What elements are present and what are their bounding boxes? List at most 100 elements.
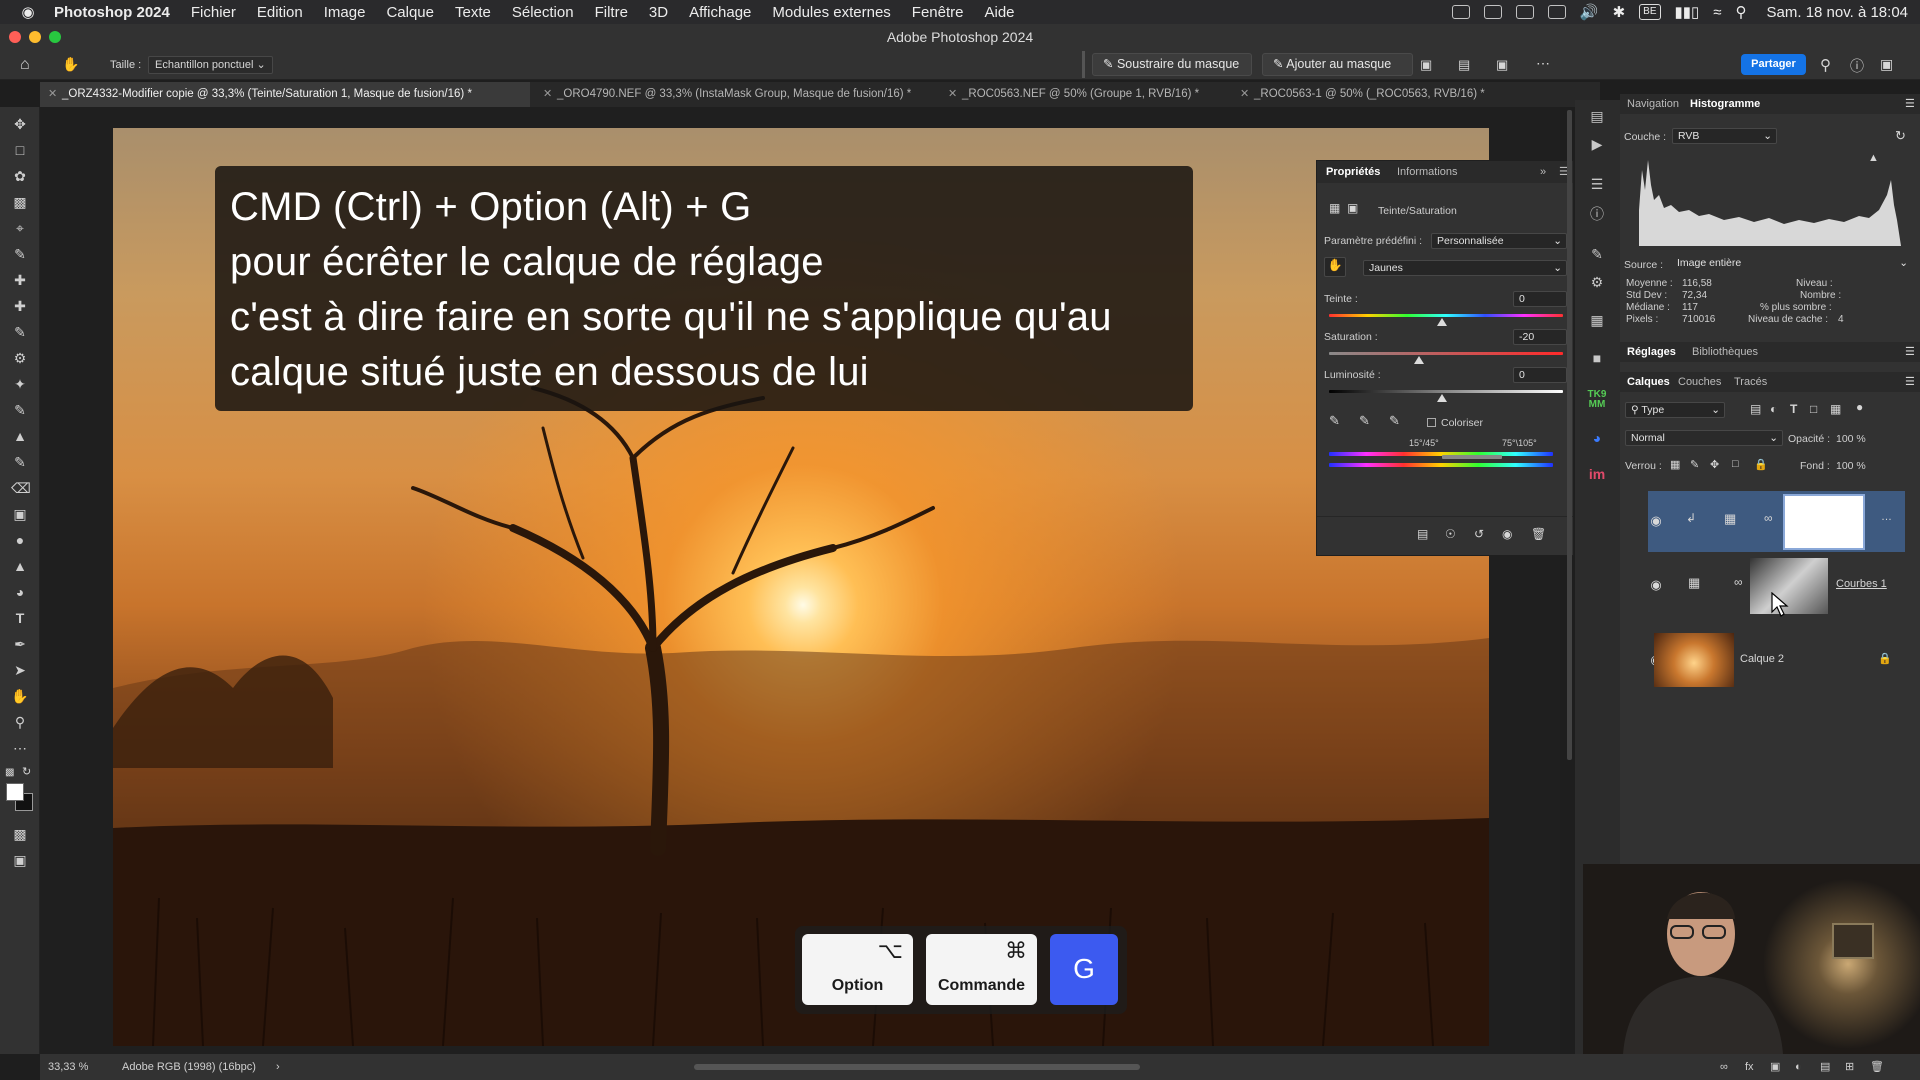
bluetooth-icon[interactable]: ✱ (1613, 3, 1626, 21)
subtract-mask-button[interactable]: ✎ Soustraire du masque (1092, 53, 1252, 76)
new-group-icon[interactable]: ▤ (1820, 1054, 1830, 1080)
foreground-color-swatch[interactable] (6, 783, 24, 801)
menu-aide[interactable]: Aide (985, 4, 1015, 21)
im-plugin-icon[interactable]: im (1587, 466, 1607, 484)
close-tab-icon[interactable]: ✕ (48, 82, 57, 107)
delete-layer-icon[interactable]: 🗑 (1870, 1054, 1884, 1080)
filter-smart-icon[interactable]: ▦ (1830, 402, 1841, 416)
brush-tool-icon[interactable]: ✎ (11, 323, 29, 341)
spot-healing-icon[interactable]: ✚ (11, 271, 29, 289)
histogram-channel-dropdown[interactable]: RVB ⌄ (1672, 128, 1777, 144)
tab-navigation[interactable]: Navigation (1627, 94, 1679, 114)
menu-3d[interactable]: 3D (649, 4, 668, 21)
link-icon[interactable]: ∞ (1764, 511, 1773, 525)
mask-option-icon[interactable]: ▣ (1496, 57, 1508, 73)
path-selection-icon[interactable]: ➤ (11, 661, 29, 679)
add-mask-icon[interactable]: ▣ (1770, 1054, 1780, 1080)
lasso-tool-icon[interactable]: ✿ (11, 167, 29, 185)
swap-colors-icon[interactable]: ↻ (22, 765, 31, 778)
menubar-app-icon[interactable] (1547, 5, 1566, 19)
menubar-app-icon[interactable] (1483, 5, 1502, 19)
filter-shape-icon[interactable]: □ (1810, 402, 1817, 416)
source-dropdown[interactable]: Image entière ⌄ (1672, 256, 1912, 272)
object-selection-tool-icon[interactable]: ▩ (11, 193, 29, 211)
history-icon[interactable]: ▤ (1587, 108, 1607, 126)
menu-image[interactable]: Image (324, 4, 366, 21)
tool-presets-icon[interactable]: ⚙ (1587, 274, 1607, 292)
sharpen-tool-icon[interactable]: ▲ (11, 557, 29, 575)
tk9-plugin-icon[interactable]: TK9 MM (1587, 390, 1607, 410)
volume-icon[interactable]: 🔊 (1580, 3, 1599, 21)
document-tab[interactable]: ✕ _ROC0563-1 @ 50% (_ROC0563, RVB/16) * (1232, 82, 1512, 107)
quick-mask-icon[interactable]: ▩ (11, 825, 29, 843)
default-colors-icon[interactable]: ▩ (5, 767, 14, 778)
new-layer-icon[interactable]: ⊞ (1845, 1054, 1854, 1080)
home-icon[interactable]: ⌂ (20, 56, 30, 74)
lightness-slider-track[interactable] (1329, 390, 1563, 393)
adjustment-layer-icon[interactable]: ▦ (1329, 201, 1340, 215)
layer-filter-dropdown[interactable]: ⚲ Type ⌄ (1625, 402, 1725, 418)
visibility-icon[interactable]: ◉ (1502, 527, 1512, 541)
menubar-app-icon[interactable] (1515, 5, 1534, 19)
menubar-app-icon[interactable] (1451, 5, 1470, 19)
menu-modules[interactable]: Modules externes (772, 4, 890, 21)
more-icon[interactable]: … (1881, 511, 1892, 523)
saturation-slider-track[interactable] (1329, 352, 1563, 355)
stamp-tool-icon[interactable]: ▲ (11, 427, 29, 445)
targeted-adjustment-icon[interactable]: ✋ (1324, 257, 1346, 277)
eyedropper-subtract-icon[interactable]: ✎ (1389, 413, 1400, 429)
layer-mask-thumbnail[interactable] (1750, 558, 1828, 614)
wifi-icon[interactable]: ≈ (1713, 4, 1721, 21)
apple-icon[interactable]: ◉ (18, 3, 38, 21)
hue-slider-track[interactable] (1329, 314, 1563, 317)
document-tab[interactable]: ✕ _ORO4790.NEF @ 33,3% (InstaMask Group, … (535, 82, 935, 107)
layer-style-icon[interactable]: fx (1745, 1054, 1754, 1080)
zoom-level[interactable]: 33,33 % (48, 1054, 88, 1080)
minimize-window-button[interactable] (29, 31, 41, 43)
visibility-eye-icon[interactable]: ◉ (1648, 513, 1664, 529)
collapse-panel-icon[interactable]: » (1540, 161, 1546, 183)
healing-brush-icon[interactable]: ✚ (11, 297, 29, 315)
art-brush-icon[interactable]: ✎ (11, 453, 29, 471)
filter-pixel-icon[interactable]: ▤ (1750, 402, 1761, 416)
vertical-scrollbar[interactable] (1567, 110, 1572, 760)
blend-mode-dropdown[interactable]: Normal ⌄ (1625, 430, 1783, 446)
reset-icon[interactable]: ↺ (1474, 527, 1484, 541)
close-window-button[interactable] (9, 31, 21, 43)
clone-source-icon[interactable]: ■ (1587, 350, 1607, 368)
menu-texte[interactable]: Texte (455, 4, 491, 21)
hue-slider-thumb[interactable] (1437, 318, 1447, 326)
saturation-value-field[interactable]: -20 (1513, 329, 1567, 345)
refresh-icon[interactable]: ↻ (1895, 128, 1906, 144)
lock-artboard-icon[interactable]: □ (1732, 458, 1739, 470)
delete-icon[interactable]: 🗑 (1531, 527, 1546, 541)
layer-row-hue-saturation[interactable]: ◉ ↲ ▦ ∞ … (1648, 491, 1905, 552)
eraser-tool-icon[interactable]: ⌫ (11, 479, 31, 497)
layer-name[interactable]: Calque 2 (1740, 653, 1784, 665)
lightness-slider-thumb[interactable] (1437, 394, 1447, 402)
workspace-icon[interactable]: ▣ (1880, 56, 1893, 73)
pen-tool-icon[interactable]: ✒ (11, 635, 29, 653)
lightness-value-field[interactable]: 0 (1513, 367, 1567, 383)
battery-icon[interactable]: ▮▮▯ (1675, 3, 1700, 21)
menu-affichage[interactable]: Affichage (689, 4, 751, 21)
tab-calques[interactable]: Calques (1627, 372, 1670, 392)
horizontal-scrollbar[interactable] (694, 1064, 1140, 1070)
panel-menu-icon[interactable]: ☰ (1905, 94, 1915, 114)
history-brush-icon[interactable]: ✦ (11, 375, 29, 393)
zoom-window-button[interactable] (49, 31, 61, 43)
channel-dropdown[interactable]: Jaunes ⌄ (1363, 260, 1567, 276)
gradient-tool-icon[interactable]: ▣ (11, 505, 29, 523)
mask-option-icon[interactable]: ▤ (1458, 57, 1470, 73)
share-button[interactable]: Partager (1741, 54, 1806, 75)
lock-all-icon[interactable]: 🔒 (1754, 458, 1768, 471)
clip-to-layer-icon[interactable]: ▤ (1417, 527, 1428, 541)
preset-dropdown[interactable]: Personnalisée ⌄ (1431, 233, 1567, 249)
layer-comps-icon[interactable]: ▦ (1587, 312, 1607, 330)
warning-icon[interactable]: ▲ (1868, 152, 1879, 164)
marquee-tool-icon[interactable]: □ (11, 141, 29, 159)
tab-reglages[interactable]: Réglages (1627, 342, 1676, 362)
input-source-badge[interactable]: BE (1639, 4, 1661, 20)
color-range-selector[interactable] (1442, 455, 1502, 459)
tab-traces[interactable]: Tracés (1734, 372, 1767, 392)
